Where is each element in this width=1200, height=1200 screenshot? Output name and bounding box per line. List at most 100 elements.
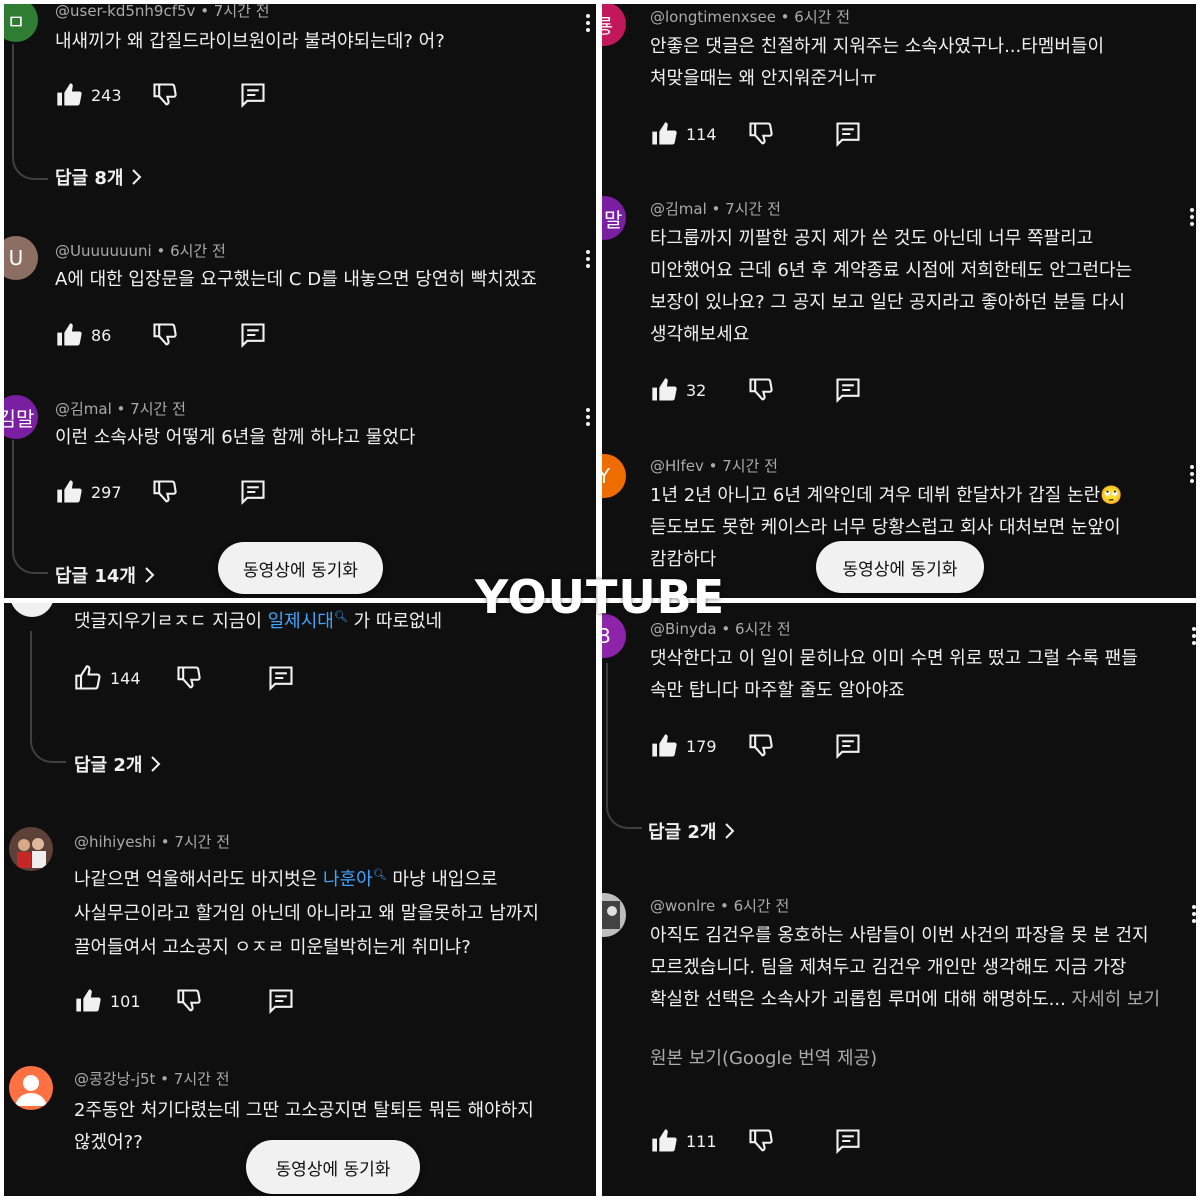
reply-button[interactable] — [239, 318, 267, 352]
like-count: 111 — [686, 1131, 717, 1151]
chevron-right-icon — [725, 823, 735, 839]
dislike-button[interactable] — [151, 318, 179, 352]
thumbs-down-icon — [153, 480, 177, 503]
thumbs-up-filled-icon — [76, 989, 101, 1012]
dislike-button[interactable] — [151, 78, 179, 112]
dislike-button[interactable] — [747, 1124, 775, 1158]
dislike-button[interactable] — [747, 117, 775, 151]
sync-to-video-button[interactable]: 동영상에 동기화 — [218, 542, 383, 594]
reply-button[interactable] — [834, 117, 862, 151]
avatar-photo-icon — [602, 893, 626, 937]
reply-button[interactable] — [834, 1124, 862, 1158]
dislike-button[interactable] — [747, 729, 775, 763]
comment-text: 댓삭한다고 이 일이 묻히나요 이미 수면 위로 떴고 그럴 수록 팬들 속만 … — [650, 648, 1138, 701]
comment-menu-icon[interactable] — [1188, 206, 1196, 230]
comment-reply-icon — [241, 323, 265, 349]
sync-to-video-button[interactable]: 동영상에 동기화 — [816, 541, 984, 593]
like-button[interactable]: 86 — [55, 318, 111, 352]
avatar[interactable] — [10, 603, 54, 617]
like-count: 114 — [686, 124, 717, 144]
avatar[interactable]: 김말 — [4, 395, 38, 439]
comments-panel-bottom-left: 댓글지우기ㄹㅈㄷ 지금이 일제시대🔍︎ 가 따로없네 144 답글 2개 @hi… — [4, 603, 596, 1196]
like-count: 101 — [110, 991, 141, 1011]
thread-line — [12, 440, 48, 574]
dislike-button[interactable] — [747, 373, 775, 407]
comment-text: 댓글지우기ㄹㅈㄷ 지금이 일제시대🔍︎ 가 따로없네 — [74, 610, 443, 632]
reply-button[interactable] — [239, 78, 267, 112]
comment-author-time: @Hlfev • 7시간 전 — [650, 457, 778, 475]
search-link[interactable]: 일제시대 — [268, 611, 334, 632]
comment-text: A에 대한 입장문을 요구했는데 C D를 내놓으면 당연히 빡치겠죠 — [55, 269, 537, 290]
view-replies-button[interactable]: 답글 8개 — [55, 164, 143, 190]
comment-menu-icon[interactable] — [1188, 463, 1196, 487]
thumbs-up-filled-icon — [652, 122, 677, 145]
avatar[interactable]: Y — [602, 454, 626, 498]
avatar[interactable]: 룡 — [602, 4, 626, 46]
reply-button[interactable] — [239, 475, 267, 509]
avatar[interactable] — [602, 893, 626, 937]
avatar[interactable]: 김말 — [602, 196, 626, 240]
read-more-link[interactable]: 자세히 보기 — [1066, 989, 1161, 1010]
comment-author-time: @Binyda • 6시간 전 — [650, 620, 791, 638]
thumbs-down-icon — [153, 83, 177, 106]
comment-author-time: @Uuuuuuuni • 6시간 전 — [55, 242, 226, 260]
reply-button[interactable] — [267, 661, 295, 695]
like-button[interactable]: 144 — [74, 661, 141, 695]
comment-author-time: @hihiyeshi • 7시간 전 — [74, 833, 231, 851]
thumbs-down-icon — [177, 666, 201, 689]
comment-menu-icon[interactable] — [584, 248, 592, 272]
comment-actions: 86 — [55, 318, 275, 352]
dislike-button[interactable] — [151, 475, 179, 509]
reply-button[interactable] — [834, 729, 862, 763]
avatar[interactable] — [9, 827, 53, 871]
like-button[interactable]: 243 — [55, 78, 122, 112]
like-button[interactable]: 114 — [650, 117, 717, 151]
search-link[interactable]: 나훈아 — [323, 869, 373, 890]
like-count: 179 — [686, 736, 717, 756]
show-original-link[interactable]: 원본 보기(Google 번역 제공) — [650, 1044, 877, 1070]
comment-text: 안좋은 댓글은 친절하게 지워주는 소속사였구나...타멤버들이 쳐맞을때는 왜… — [650, 36, 1105, 89]
avatar[interactable]: B — [602, 614, 626, 658]
comment-text: 이런 소속사랑 어떻게 6년을 함께 하냐고 물었다 — [55, 427, 416, 448]
comment-menu-icon[interactable] — [584, 12, 592, 36]
reply-button[interactable] — [267, 984, 295, 1018]
comment-reply-icon — [836, 1129, 860, 1155]
thumbs-up-filled-icon — [57, 83, 82, 106]
like-count: 243 — [91, 85, 122, 105]
sync-to-video-button[interactable]: 동영상에 동기화 — [246, 1140, 420, 1194]
dislike-button[interactable] — [175, 984, 203, 1018]
avatar[interactable]: ㅁ — [4, 4, 38, 42]
thumbs-up-filled-icon — [57, 480, 82, 503]
comment-actions: 111 — [650, 1124, 870, 1158]
dislike-button[interactable] — [175, 661, 203, 695]
reply-button[interactable] — [834, 373, 862, 407]
comment-reply-icon — [269, 666, 293, 692]
comment-reply-icon — [269, 989, 293, 1015]
thumbs-up-filled-icon — [57, 323, 82, 346]
like-button[interactable]: 179 — [650, 729, 717, 763]
like-button[interactable]: 101 — [74, 984, 141, 1018]
replies-label: 답글 14개 — [55, 566, 136, 587]
view-replies-button[interactable]: 답글 2개 — [648, 818, 736, 844]
comment-author-time: @wonlre • 6시간 전 — [650, 897, 790, 915]
avatar[interactable] — [9, 1066, 53, 1110]
comment-actions: 243 — [55, 78, 275, 112]
view-replies-button[interactable]: 답글 2개 — [74, 751, 162, 777]
comment-actions: 114 — [650, 117, 870, 151]
comment-menu-icon[interactable] — [584, 406, 592, 430]
thumbs-down-icon — [749, 378, 773, 401]
like-button[interactable]: 111 — [650, 1124, 717, 1158]
like-button[interactable]: 297 — [55, 475, 122, 509]
comment-author-time: @김mal • 7시간 전 — [55, 400, 186, 418]
thumbs-down-icon — [749, 734, 773, 757]
comment-reply-icon — [836, 122, 860, 148]
comment-menu-icon[interactable] — [1190, 903, 1196, 927]
view-replies-button[interactable]: 답글 14개 — [55, 562, 156, 588]
avatar[interactable]: U — [4, 236, 38, 280]
like-button[interactable]: 32 — [650, 373, 706, 407]
like-count: 144 — [110, 668, 141, 688]
like-count: 297 — [91, 482, 122, 502]
comment-reply-icon — [241, 480, 265, 506]
comment-menu-icon[interactable] — [1190, 625, 1196, 649]
replies-label: 답글 2개 — [648, 822, 717, 843]
